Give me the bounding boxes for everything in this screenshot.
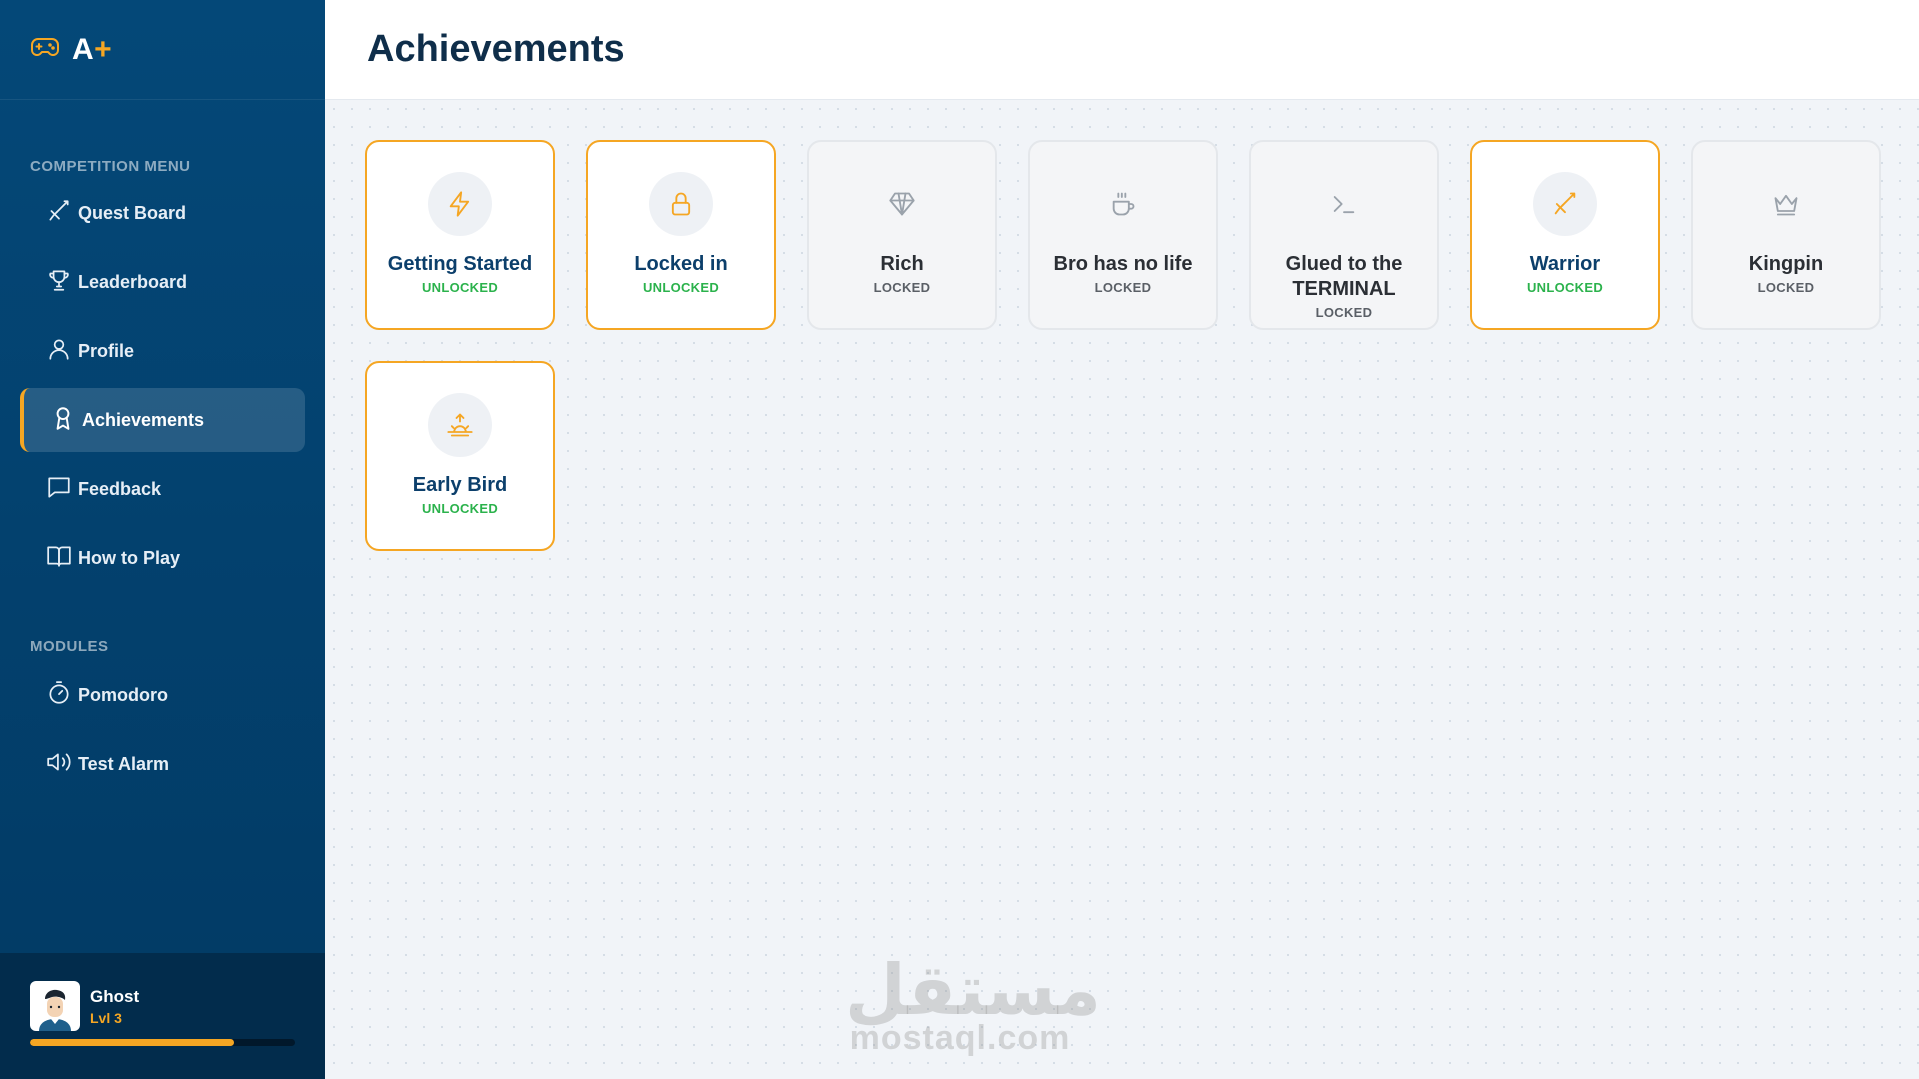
- achievement-status: UNLOCKED: [1526, 280, 1604, 295]
- nav-item-quest-board[interactable]: Quest Board: [20, 181, 305, 245]
- sunrise-icon: [446, 411, 474, 439]
- achievement-status: LOCKED: [1315, 305, 1373, 320]
- avatar[interactable]: [30, 981, 80, 1031]
- achievement-icon-badge: [1091, 172, 1155, 236]
- page-header: Achievements: [325, 0, 1919, 100]
- speaker-icon: [46, 749, 72, 780]
- modules-label: MODULES: [30, 638, 109, 655]
- achievement-status: UNLOCKED: [421, 280, 499, 295]
- achievement-title: Bro has no life: [1053, 253, 1193, 275]
- achievement-icon-badge: [428, 393, 492, 457]
- nav-item-profile[interactable]: Profile: [20, 319, 305, 383]
- book-icon: [46, 543, 72, 574]
- nav-item-feedback[interactable]: Feedback: [20, 457, 305, 521]
- achievement-title: Warrior: [1529, 253, 1601, 275]
- award-icon: [50, 405, 76, 436]
- nav-item-achievements[interactable]: Achievements: [20, 388, 305, 452]
- achievement-card-warrior[interactable]: Warrior UNLOCKED: [1470, 140, 1660, 330]
- sidebar: A+ COMPETITION MENU Quest Board Leaderbo…: [0, 0, 325, 1079]
- modules-nav: Pomodoro Test Alarm: [0, 663, 325, 796]
- message-icon: [46, 474, 72, 505]
- nav-item-test-alarm[interactable]: Test Alarm: [20, 732, 305, 796]
- watermark: مستقل mostaql.com: [845, 949, 1102, 1057]
- achievement-title: Kingpin: [1748, 253, 1824, 275]
- achievement-card-getting-started[interactable]: Getting Started UNLOCKED: [365, 140, 555, 330]
- achievement-title: Getting Started: [387, 253, 533, 275]
- crown-icon: [1772, 190, 1800, 218]
- page-title: Achievements: [367, 28, 625, 70]
- sword-icon: [1551, 190, 1579, 218]
- trophy-icon: [46, 267, 72, 298]
- achievement-icon-badge: [649, 172, 713, 236]
- achievement-status: UNLOCKED: [421, 501, 499, 516]
- achievement-card-early-bird[interactable]: Early Bird UNLOCKED: [365, 361, 555, 551]
- achievement-icon-badge: [1533, 172, 1597, 236]
- achievement-card-rich[interactable]: Rich LOCKED: [807, 140, 997, 330]
- achievement-title: Locked in: [634, 253, 728, 275]
- achievements-grid: Getting Started UNLOCKED Locked in UNLOCKED…: [365, 140, 1881, 551]
- achievement-icon-badge: [870, 172, 934, 236]
- user-panel: Ghost Lvl 3: [0, 953, 325, 1079]
- gamepad-icon: [30, 34, 60, 65]
- achievement-title: Early Bird: [412, 474, 508, 496]
- achievement-icon-badge: [1312, 172, 1376, 236]
- terminal-icon: [1330, 190, 1358, 218]
- achievement-card-glued-to-the-terminal[interactable]: Glued to the TERMINAL LOCKED: [1249, 140, 1439, 330]
- user-name: Ghost: [90, 986, 140, 1006]
- achievement-card-kingpin[interactable]: Kingpin LOCKED: [1691, 140, 1881, 330]
- user-icon: [46, 336, 72, 367]
- brand[interactable]: A+: [0, 0, 325, 100]
- achievement-card-bro-has-no-life[interactable]: Bro has no life LOCKED: [1028, 140, 1218, 330]
- xp-progress-fill: [30, 1039, 235, 1046]
- achievement-title: Rich: [880, 253, 924, 275]
- competition-menu-label: COMPETITION MENU: [30, 158, 191, 175]
- main-content: Getting Started UNLOCKED Locked in UNLOCKED…: [325, 100, 1919, 1079]
- brand-logo: A+: [72, 32, 113, 66]
- achievement-icon-badge: [428, 172, 492, 236]
- coffee-icon: [1109, 190, 1137, 218]
- achievement-icon-badge: [1754, 172, 1818, 236]
- achievement-status: LOCKED: [1757, 280, 1815, 295]
- achievement-status: LOCKED: [873, 280, 931, 295]
- achievement-status: LOCKED: [1094, 280, 1152, 295]
- user-level: Lvl 3: [90, 1009, 122, 1026]
- xp-progress-bar: [30, 1039, 295, 1046]
- diamond-icon: [888, 190, 916, 218]
- nav-item-pomodoro[interactable]: Pomodoro: [20, 663, 305, 727]
- achievement-title: Glued to the TERMINAL: [1285, 253, 1403, 300]
- nav-item-leaderboard[interactable]: Leaderboard: [20, 250, 305, 314]
- timer-icon: [46, 680, 72, 711]
- nav-item-how-to-play[interactable]: How to Play: [20, 526, 305, 590]
- lightning-icon: [446, 190, 474, 218]
- achievement-card-locked-in[interactable]: Locked in UNLOCKED: [586, 140, 776, 330]
- competition-nav: Quest Board Leaderboard Profile Achievem…: [0, 181, 325, 590]
- sword-icon: [46, 198, 72, 229]
- achievement-status: UNLOCKED: [642, 280, 720, 295]
- lock-icon: [667, 190, 695, 218]
